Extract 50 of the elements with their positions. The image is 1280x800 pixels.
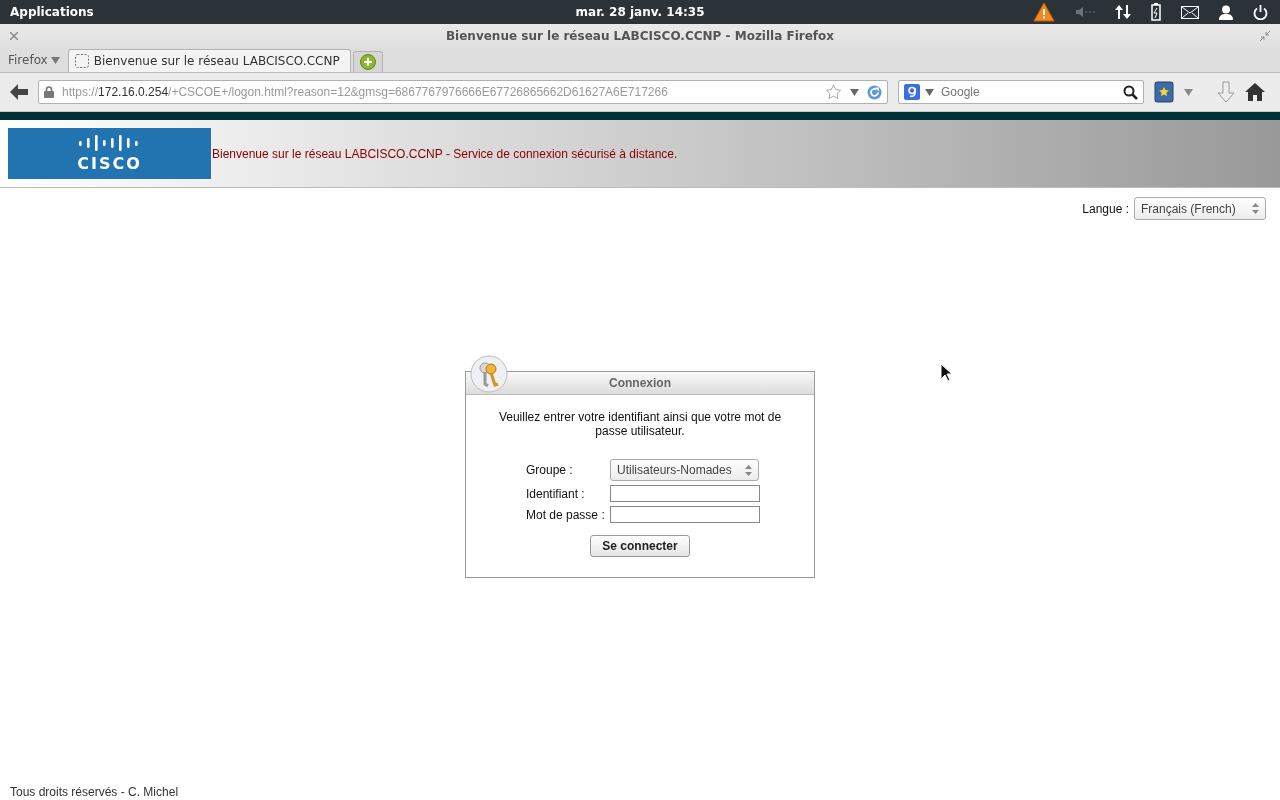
field-label: Groupe : [526,463,574,477]
new-tab-button[interactable] [352,51,383,72]
tab-title: Bienvenue sur le réseau LABCISCO.CCNP [93,54,340,68]
user-icon[interactable] [1219,4,1233,20]
applications-menu[interactable]: Applications [10,5,94,19]
group-select[interactable]: Utilisateurs-Nomades [610,459,759,481]
star-icon[interactable] [825,84,842,100]
warning-icon[interactable] [1033,2,1055,22]
footer-text: Tous droits réservés - C. Michel [9,785,180,800]
firefox-menu[interactable]: Firefox [8,53,60,67]
caret-icon [50,56,60,64]
battery-icon[interactable] [1151,3,1161,21]
search-icon[interactable] [1123,84,1138,100]
mouse-pointer-icon [940,363,952,382]
page-icon [74,54,89,68]
signal-bars-icon [78,134,141,151]
field-label: Mot de passe : [526,507,606,522]
power-icon[interactable] [1253,4,1268,20]
login-button[interactable]: Se connecter [590,535,690,557]
bookmarks-book-icon[interactable] [1154,81,1174,103]
speaker-muted-icon[interactable] [1075,6,1095,18]
window-title: Bienvenue sur le réseau LABCISCO.CCNP - Mozilla Firefox [445,29,835,43]
network-arrows-icon[interactable] [1115,4,1131,20]
reload-icon[interactable] [867,84,882,100]
restore-icon[interactable] [1260,31,1270,41]
caret-icon[interactable] [850,88,859,96]
instructions-text: Veuillez entrer votre identifiant ainsi que votre mot de passe utilisateur. [497,410,783,438]
username-field[interactable] [610,485,760,502]
language-label: Langue : [1082,201,1129,216]
clock[interactable]: mar. 28 janv. 14:35 [575,5,705,19]
browser-tab[interactable]: Bienvenue sur le réseau LABCISCO.CCNP [67,49,351,72]
lock-icon [44,86,54,98]
password-field[interactable] [610,506,760,523]
search-bar[interactable]: Google [898,80,1144,104]
url-field[interactable]: https://172.16.0.254/+CSCOE+/logon.html?reason=12&gmsg=6867767976666E67726865662D61627A6E717266 [38,80,888,104]
spinner-arrows-icon [745,464,752,476]
plus-icon [359,54,376,70]
field-label: Identifiant : [526,486,586,501]
caret-icon[interactable] [925,88,934,96]
caret-icon[interactable] [1184,88,1193,96]
spinner-arrows-icon [1252,203,1259,214]
google-g-icon[interactable] [904,84,920,100]
back-icon[interactable] [10,84,28,100]
home-icon[interactable] [1245,83,1265,101]
panel-title: Connexion [609,376,671,390]
language-select[interactable]: Français (French) [1134,197,1266,220]
mail-icon[interactable] [1181,5,1199,19]
logo-wordmark: CISCO [77,153,142,173]
welcome-message: Bienvenue sur le réseau LABCISCO.CCNP - Service de connexion sécurisé à distance. [212,146,678,161]
close-icon[interactable] [10,32,18,40]
